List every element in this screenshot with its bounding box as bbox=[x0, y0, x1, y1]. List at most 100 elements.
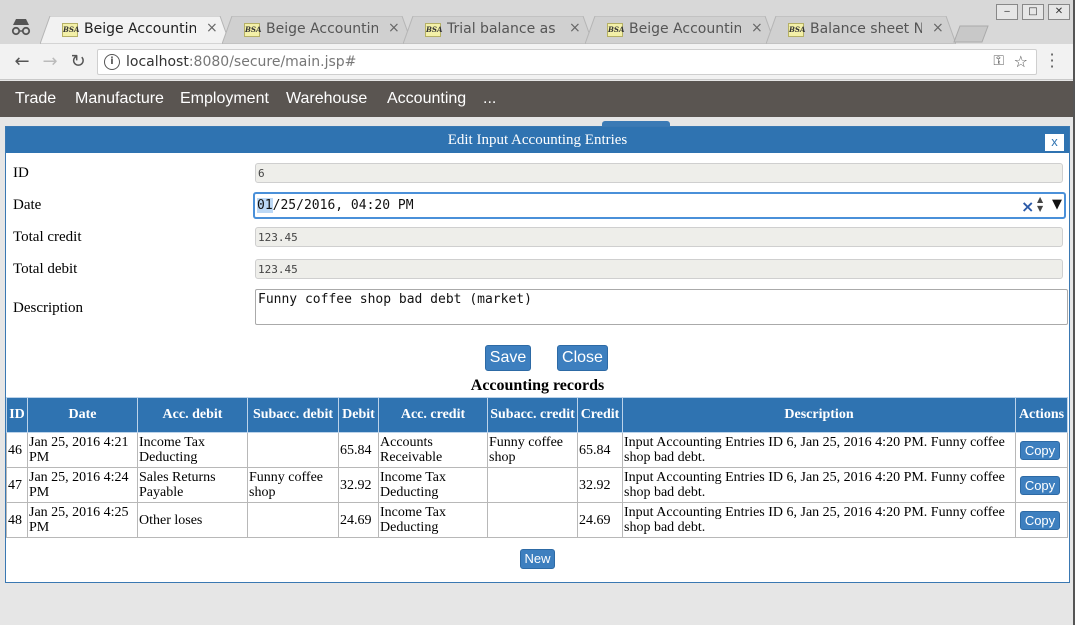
browser-tab[interactable]: BSA Beige Accounting × bbox=[40, 16, 230, 44]
cell-subacc-debit: Funny coffee shop bbox=[247, 467, 339, 503]
cell-actions: Copy bbox=[1015, 502, 1068, 538]
table-row: 47 Jan 25, 2016 4:24 PM Sales Returns Pa… bbox=[6, 467, 1068, 503]
cell-subacc-credit: Funny coffee shop bbox=[487, 432, 578, 468]
cell-acc-debit: Other loses bbox=[137, 502, 248, 538]
id-field: 6 bbox=[255, 163, 1063, 183]
minimize-button[interactable]: ‒ bbox=[996, 4, 1018, 20]
accounting-records-table: ID Date Acc. debit Subacc. debit Debit A… bbox=[6, 397, 1068, 538]
date-label: Date bbox=[13, 197, 42, 213]
column-header: Acc. debit bbox=[137, 397, 248, 433]
menu-item-accounting[interactable]: Accounting bbox=[387, 90, 466, 108]
menu-item-manufacture[interactable]: Manufacture bbox=[75, 90, 164, 108]
address-bar[interactable]: i localhost:8080/secure/main.jsp# ⚿ ☆ bbox=[97, 49, 1037, 75]
cell-date: Jan 25, 2016 4:21 PM bbox=[27, 432, 138, 468]
close-window-button[interactable]: ✕ bbox=[1048, 4, 1070, 20]
cell-actions: Copy bbox=[1015, 467, 1068, 503]
description-textarea[interactable]: Funny coffee shop bad debt (market) bbox=[255, 289, 1068, 325]
column-header: Subacc. credit bbox=[487, 397, 578, 433]
cell-id: 48 bbox=[6, 502, 28, 538]
total-debit-field: 123.45 bbox=[255, 259, 1063, 279]
dialog-title: Edit Input Accounting Entries bbox=[6, 127, 1069, 153]
tab-close-icon[interactable]: × bbox=[751, 20, 763, 36]
star-icon[interactable]: ☆ bbox=[1014, 52, 1028, 71]
column-header: Subacc. debit bbox=[247, 397, 339, 433]
tab-close-icon[interactable]: × bbox=[569, 20, 581, 36]
cell-credit: 24.69 bbox=[577, 502, 623, 538]
browser-tab[interactable]: BSA Balance sheet Nov × bbox=[766, 16, 956, 44]
date-value: 01/25/2016, 04:20 PM bbox=[257, 198, 414, 213]
dialog-close-button[interactable]: x bbox=[1044, 133, 1065, 152]
tab-title: Beige Accounting bbox=[629, 21, 741, 37]
cell-description: Input Accounting Entries ID 6, Jan 25, 2… bbox=[622, 467, 1016, 503]
cell-debit: 65.84 bbox=[338, 432, 379, 468]
cell-credit: 65.84 bbox=[577, 432, 623, 468]
cell-debit: 24.69 bbox=[338, 502, 379, 538]
cell-description: Input Accounting Entries ID 6, Jan 25, 2… bbox=[622, 432, 1016, 468]
favicon-icon: BSA bbox=[425, 23, 442, 37]
copy-button[interactable]: Copy bbox=[1020, 510, 1060, 530]
new-tab-button[interactable] bbox=[952, 16, 992, 44]
total-debit-label: Total debit bbox=[13, 261, 78, 277]
column-header: Acc. credit bbox=[378, 397, 488, 433]
cell-acc-credit: Income Tax Deducting bbox=[378, 502, 488, 538]
browser-tab[interactable]: BSA Beige Accounting × bbox=[222, 16, 412, 44]
column-header: Description bbox=[622, 397, 1016, 433]
reload-button[interactable]: ↻ bbox=[68, 51, 88, 72]
new-record-button[interactable]: New bbox=[520, 549, 555, 569]
key-icon[interactable]: ⚿ bbox=[993, 53, 1004, 69]
menu-item-employment[interactable]: Employment bbox=[180, 90, 269, 108]
description-label: Description bbox=[13, 300, 83, 316]
cell-acc-credit: Accounts Receivable bbox=[378, 432, 488, 468]
save-button[interactable]: Save bbox=[485, 345, 531, 371]
menu-item-trade[interactable]: Trade bbox=[15, 90, 56, 108]
cell-subacc-credit bbox=[487, 502, 578, 538]
cell-date: Jan 25, 2016 4:25 PM bbox=[27, 502, 138, 538]
date-spinner-icon[interactable]: ▲ ▼ bbox=[1037, 195, 1043, 213]
incognito-icon bbox=[11, 19, 31, 36]
tab-title: Trial balance as at bbox=[447, 21, 559, 37]
back-button[interactable]: ← bbox=[12, 51, 32, 72]
date-dropdown-icon[interactable]: ▼ bbox=[1052, 197, 1062, 212]
maximize-button[interactable]: □ bbox=[1022, 4, 1044, 20]
cell-subacc-debit bbox=[247, 502, 339, 538]
main-menu: Trade Manufacture Employment Warehouse A… bbox=[0, 81, 1075, 117]
edit-entries-dialog: Edit Input Accounting Entries x ID 6 Dat… bbox=[5, 126, 1070, 583]
date-input[interactable]: 01/25/2016, 04:20 PM × ▲ ▼ ▼ bbox=[253, 192, 1066, 219]
forward-button[interactable]: → bbox=[40, 51, 60, 72]
favicon-icon: BSA bbox=[607, 23, 624, 37]
browser-tab[interactable]: BSA Beige Accounting × bbox=[585, 16, 775, 44]
cell-description: Input Accounting Entries ID 6, Jan 25, 2… bbox=[622, 502, 1016, 538]
close-button[interactable]: Close bbox=[557, 345, 608, 371]
menu-item-warehouse[interactable]: Warehouse bbox=[286, 90, 367, 108]
browser-tab-strip: BSA Beige Accounting × BSA Beige Account… bbox=[0, 0, 1075, 44]
id-label: ID bbox=[13, 165, 29, 181]
tab-close-icon[interactable]: × bbox=[388, 20, 400, 36]
cell-credit: 32.92 bbox=[577, 467, 623, 503]
favicon-icon: BSA bbox=[62, 23, 79, 37]
column-header: Debit bbox=[338, 397, 379, 433]
tab-close-icon[interactable]: × bbox=[206, 20, 218, 36]
column-header: Credit bbox=[577, 397, 623, 433]
tab-title: Beige Accounting bbox=[266, 21, 378, 37]
url-text: localhost:8080/secure/main.jsp# bbox=[126, 54, 357, 70]
cell-acc-debit: Income Tax Deducting bbox=[137, 432, 248, 468]
menu-item-more[interactable]: ... bbox=[483, 90, 496, 108]
table-header-row: ID Date Acc. debit Subacc. debit Debit A… bbox=[6, 397, 1068, 433]
records-title: Accounting records bbox=[470, 377, 605, 394]
cell-actions: Copy bbox=[1015, 432, 1068, 468]
tab-title: Beige Accounting bbox=[84, 21, 196, 37]
browser-tab[interactable]: BSA Trial balance as at × bbox=[403, 16, 593, 44]
cell-subacc-debit bbox=[247, 432, 339, 468]
copy-button[interactable]: Copy bbox=[1020, 440, 1060, 460]
clear-date-icon[interactable]: × bbox=[1021, 197, 1034, 216]
total-credit-field: 123.45 bbox=[255, 227, 1063, 247]
info-icon[interactable]: i bbox=[104, 54, 120, 70]
cell-acc-credit: Income Tax Deducting bbox=[378, 467, 488, 503]
table-row: 46 Jan 25, 2016 4:21 PM Income Tax Deduc… bbox=[6, 432, 1068, 468]
tab-close-icon[interactable]: × bbox=[932, 20, 944, 36]
cell-subacc-credit bbox=[487, 467, 578, 503]
copy-button[interactable]: Copy bbox=[1020, 475, 1060, 495]
table-row: 48 Jan 25, 2016 4:25 PM Other loses 24.6… bbox=[6, 502, 1068, 538]
favicon-icon: BSA bbox=[244, 23, 261, 37]
kebab-menu-icon[interactable]: · · · bbox=[1046, 47, 1058, 75]
